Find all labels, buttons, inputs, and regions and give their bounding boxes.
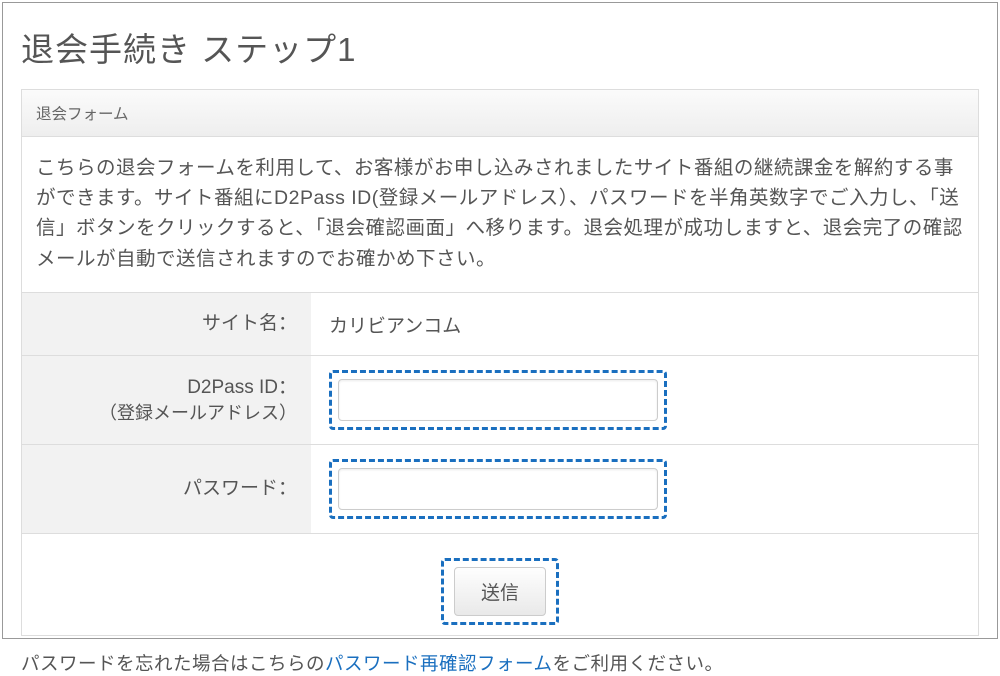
withdrawal-form-panel: 退会フォーム こちらの退会フォームを利用して、お客様がお申し込みされましたサイト…: [21, 89, 979, 636]
page-container: 退会手続き ステップ1 退会フォーム こちらの退会フォームを利用して、お客様がお…: [2, 2, 998, 639]
password-row: パスワード：: [22, 445, 978, 534]
submit-button[interactable]: 送信: [454, 567, 546, 616]
password-label: パスワード：: [22, 445, 311, 533]
page-title: 退会手続き ステップ1: [21, 23, 979, 71]
panel-header: 退会フォーム: [22, 90, 978, 137]
site-name-row: サイト名： カリビアンコム: [22, 293, 978, 357]
forgot-password-text: パスワードを忘れた場合はこちらのパスワード再確認フォームをご利用ください。: [21, 650, 979, 676]
d2pass-id-input[interactable]: [338, 379, 658, 421]
d2pass-id-label: D2Pass ID： （登録メールアドレス）: [22, 356, 311, 444]
site-name-value: カリビアンコム: [311, 293, 978, 356]
submit-section: 送信: [22, 534, 978, 635]
password-input[interactable]: [338, 468, 658, 510]
d2pass-id-label-main: D2Pass ID：: [187, 375, 297, 402]
d2pass-id-value-cell: [311, 356, 978, 444]
password-value-cell: [311, 445, 978, 533]
panel-description: こちらの退会フォームを利用して、お客様がお申し込みされましたサイト番組の継続課金…: [22, 137, 978, 293]
password-highlight: [329, 459, 667, 519]
d2pass-id-row: D2Pass ID： （登録メールアドレス）: [22, 356, 978, 445]
forgot-password-link[interactable]: パスワード再確認フォーム: [325, 653, 552, 674]
submit-highlight: 送信: [441, 558, 559, 625]
forgot-prefix: パスワードを忘れた場合はこちらの: [21, 653, 325, 674]
d2pass-id-highlight: [329, 370, 667, 430]
d2pass-id-label-sub: （登録メールアドレス）: [99, 401, 297, 426]
site-name-label: サイト名：: [22, 293, 311, 356]
forgot-suffix: をご利用ください。: [552, 653, 723, 674]
